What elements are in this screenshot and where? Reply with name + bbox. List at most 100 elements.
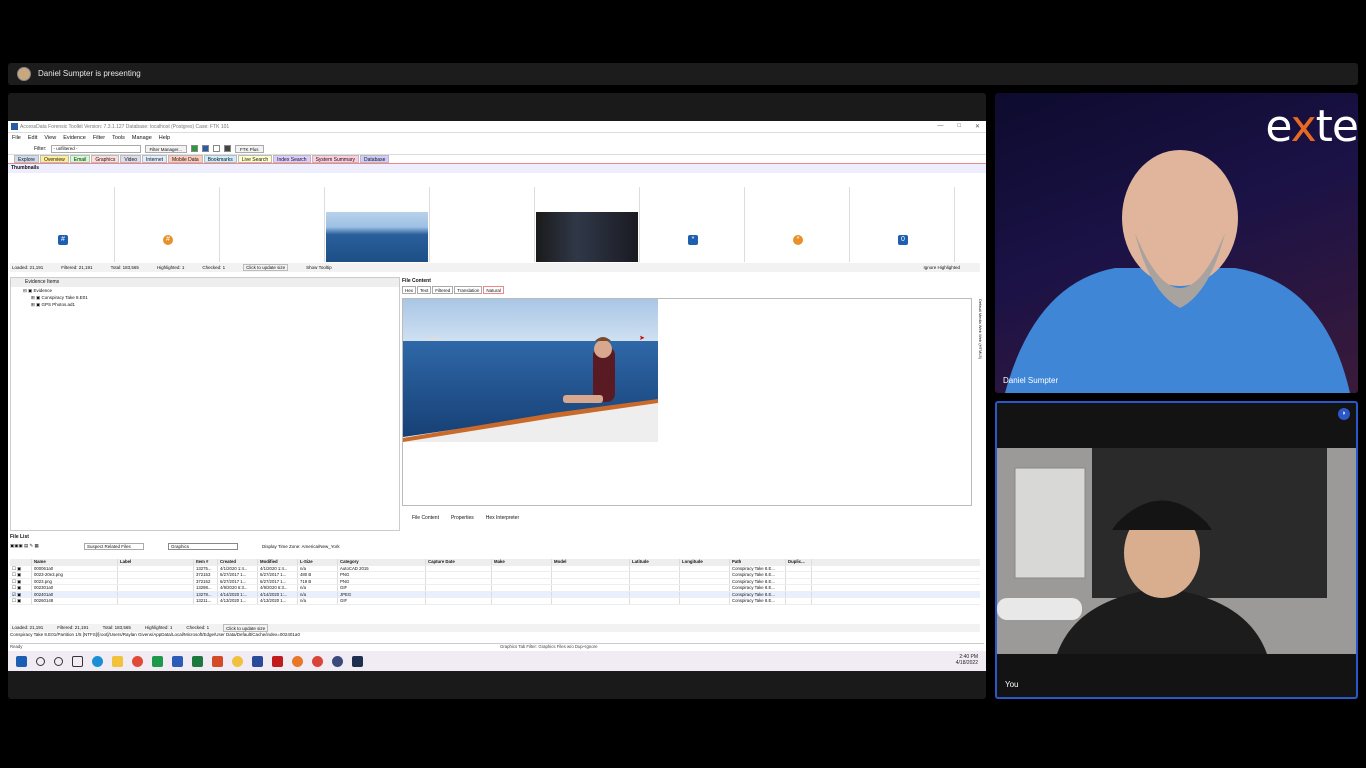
update-size-button[interactable]: Click to update size — [243, 264, 289, 271]
tab-overview[interactable]: Overview — [39, 155, 69, 163]
tab-index-search[interactable]: Index Search — [273, 155, 311, 163]
tab-system-summary[interactable]: System Summary — [311, 155, 360, 163]
thumbnail[interactable] — [220, 187, 325, 262]
tab-filtered[interactable]: Filtered — [432, 286, 454, 294]
thumbnail-strip: # # * * 0 — [10, 187, 968, 262]
participant-tile-daniel[interactable]: exte Daniel Sumpter — [995, 93, 1358, 393]
tab-translation[interactable]: Translation — [454, 286, 483, 294]
app-title: AccessData Forensic Toolkit Version: 7.3… — [20, 124, 230, 130]
highlighted-count: Highlighted: 1 — [156, 265, 185, 270]
ignore-highlighted-button[interactable]: Ignore Highlighted — [923, 265, 960, 270]
menu-evidence[interactable]: Evidence — [63, 135, 86, 141]
app-icon — [11, 123, 18, 130]
viewer-mode-tabs[interactable]: Default Media Web Web (HTML5) — [973, 299, 983, 359]
thumbnail[interactable]: # — [10, 187, 115, 262]
ftk-icon[interactable] — [352, 655, 363, 667]
app-icon[interactable] — [232, 655, 243, 667]
thumbnail[interactable] — [325, 187, 430, 262]
speaking-indicator-icon: ◗ — [1338, 408, 1350, 420]
tab-database[interactable]: Database — [360, 155, 390, 163]
update-size-button[interactable]: Click to update size — [223, 624, 269, 632]
thumbnail[interactable]: # — [115, 187, 220, 262]
tab-internet[interactable]: Internet — [142, 155, 167, 163]
tab-hex-interpreter[interactable]: Hex Interpreter — [486, 515, 519, 521]
suspect-filter-select[interactable]: Suspect Related Files — [84, 542, 144, 550]
minimize-icon[interactable]: — — [937, 123, 943, 130]
thumbnail[interactable]: * — [745, 187, 850, 262]
file-content-title: File Content — [402, 278, 431, 284]
acrobat-icon[interactable] — [272, 655, 283, 667]
chrome-icon[interactable] — [132, 655, 143, 667]
menu-file[interactable]: File — [12, 135, 21, 141]
speaker-photo-thumb — [536, 212, 638, 262]
tab-text[interactable]: Text — [417, 286, 432, 294]
tree-item-conspiracy[interactable]: ⊞ ▣ Conspiracy Take 8.E01 — [23, 294, 399, 301]
chrome-icon[interactable] — [312, 655, 323, 667]
file-list-panel: File List ▣▣▣ ▤ ✎ ▦ Suspect Related File… — [10, 533, 984, 633]
table-row[interactable]: ☐ ▣ 00260148 13211... 4/13/2020 1... 4/13/20… — [10, 598, 980, 605]
word-icon[interactable] — [172, 655, 183, 667]
file-list-title: File List — [10, 534, 29, 540]
tab-hex[interactable]: Hex — [402, 286, 417, 294]
tab-explore[interactable]: Explore — [14, 155, 39, 163]
menu-filter[interactable]: Filter — [93, 135, 105, 141]
square-icon[interactable] — [213, 145, 221, 152]
camtasia-icon[interactable] — [152, 655, 163, 667]
people-icon[interactable] — [224, 145, 232, 152]
tab-email[interactable]: Email — [69, 155, 91, 163]
thumbnail[interactable] — [535, 187, 640, 262]
timezone-label: Display Time Zone: America/New_York — [262, 543, 340, 549]
asterisk-icon: * — [793, 235, 803, 245]
show-tooltip-checkbox[interactable]: Show Tooltip — [306, 265, 331, 270]
file-path: Conspiracy Take 8.E01/Partition 1/5 [NTF… — [10, 632, 300, 637]
menu-tools[interactable]: Tools — [112, 135, 125, 141]
tab-properties[interactable]: Properties — [451, 515, 474, 521]
thumbnail[interactable]: * — [640, 187, 745, 262]
powerpoint-icon[interactable] — [212, 655, 223, 667]
tree-item-evidence[interactable]: ⊟ ▣ Evidence — [23, 287, 399, 294]
cortana-icon[interactable] — [54, 656, 63, 666]
natural-viewer[interactable]: ➤ — [402, 298, 972, 506]
tree-item-gps[interactable]: ⊞ ▣ GPS Photos.ad1 — [23, 301, 399, 308]
file-list-status: Loaded: 21,191 Filtered: 21,191 Total: 183… — [10, 624, 980, 632]
tab-file-content[interactable]: File Content — [412, 515, 439, 521]
go-icon[interactable] — [191, 145, 199, 152]
edge-icon[interactable] — [92, 655, 103, 667]
search-icon[interactable] — [36, 656, 45, 666]
loaded-count: Loaded: 21,191 — [12, 265, 44, 270]
shared-screen[interactable]: AccessData Forensic Toolkit Version: 7.3… — [8, 121, 986, 671]
filter-select[interactable]: - unfiltered - — [50, 144, 141, 153]
firefox-icon[interactable] — [292, 655, 303, 667]
excel-icon[interactable] — [192, 655, 203, 667]
close-icon[interactable]: ✕ — [975, 123, 980, 130]
grid-icon[interactable] — [202, 145, 210, 152]
menu-edit[interactable]: Edit — [28, 135, 37, 141]
tab-bookmarks[interactable]: Bookmarks — [203, 155, 237, 163]
category-select[interactable]: Graphics — [168, 542, 238, 550]
tab-graphics[interactable]: Graphics — [91, 155, 120, 163]
maximize-icon[interactable]: □ — [957, 123, 961, 130]
tab-natural[interactable]: Natural — [483, 286, 504, 294]
app-icon[interactable] — [252, 655, 263, 667]
task-view-icon[interactable] — [72, 655, 83, 667]
tab-mobile-data[interactable]: Mobile Data — [168, 155, 203, 163]
thumbnail[interactable] — [430, 187, 535, 262]
thumbnail-status: Loaded: 21,191 Filtered: 21,191 Total: 1… — [10, 263, 980, 272]
tab-live-search[interactable]: Live Search — [237, 155, 273, 163]
hash-icon: # — [163, 235, 173, 245]
app-icon[interactable] — [332, 655, 343, 667]
thumbnail[interactable]: 0 — [850, 187, 955, 262]
ftk-plus-button[interactable]: FTK Plus — [235, 144, 264, 153]
tab-video[interactable]: Video — [120, 155, 142, 163]
menu-view[interactable]: View — [44, 135, 56, 141]
menu-manage[interactable]: Manage — [132, 135, 152, 141]
ship-photo — [403, 299, 658, 442]
windows-start-icon[interactable] — [16, 655, 27, 667]
list-tool-icons[interactable]: ▣▣▣ ▤ ✎ ▦ — [10, 543, 80, 549]
participant-tile-you[interactable]: ◗ You — [995, 401, 1358, 699]
menu-help[interactable]: Help — [159, 135, 170, 141]
ship-photo-thumb — [326, 212, 428, 262]
file-explorer-icon[interactable] — [112, 655, 123, 667]
filter-manager-button[interactable]: Filter Manager... — [144, 144, 188, 153]
windows-taskbar: 2:40 PM 4/18/2022 — [8, 651, 986, 671]
